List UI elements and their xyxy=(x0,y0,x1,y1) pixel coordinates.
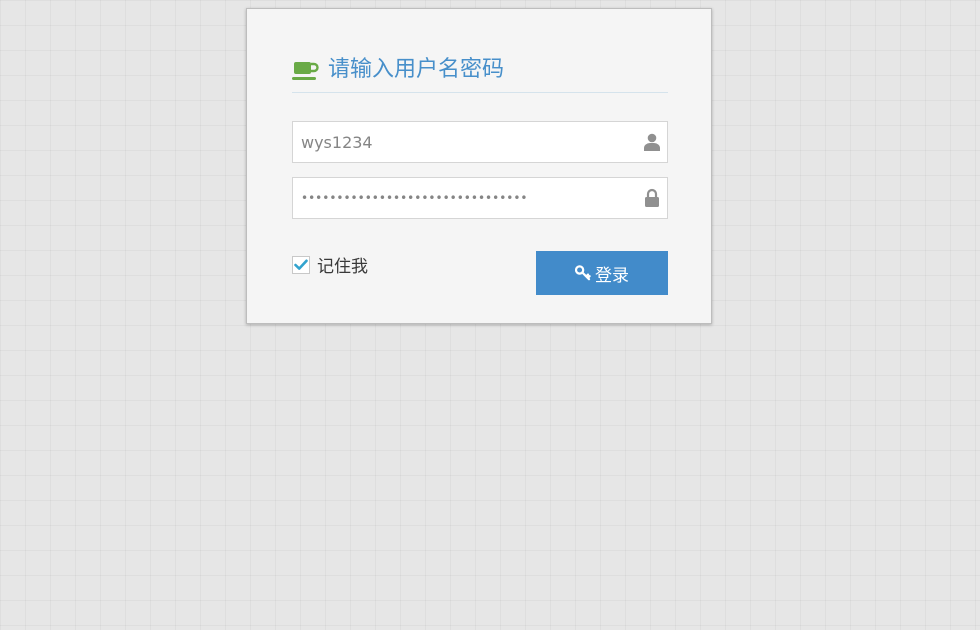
login-panel: 请输入用户名密码 记住我 登录 xyxy=(246,8,712,324)
username-field xyxy=(292,121,668,163)
check-icon xyxy=(294,259,308,270)
remember-me[interactable]: 记住我 xyxy=(292,252,368,277)
password-input[interactable] xyxy=(293,178,631,218)
lock-icon xyxy=(645,188,659,207)
key-icon xyxy=(575,265,591,281)
password-field xyxy=(292,177,668,219)
remember-label: 记住我 xyxy=(317,257,368,277)
username-input[interactable] xyxy=(293,122,631,162)
coffee-cup-icon xyxy=(292,62,319,80)
user-icon xyxy=(644,133,660,151)
remember-checkbox[interactable] xyxy=(292,255,310,274)
login-button[interactable]: 登录 xyxy=(536,251,668,295)
login-header: 请输入用户名密码 xyxy=(292,53,668,93)
page-title: 请输入用户名密码 xyxy=(328,57,505,82)
login-button-label: 登录 xyxy=(595,265,629,286)
